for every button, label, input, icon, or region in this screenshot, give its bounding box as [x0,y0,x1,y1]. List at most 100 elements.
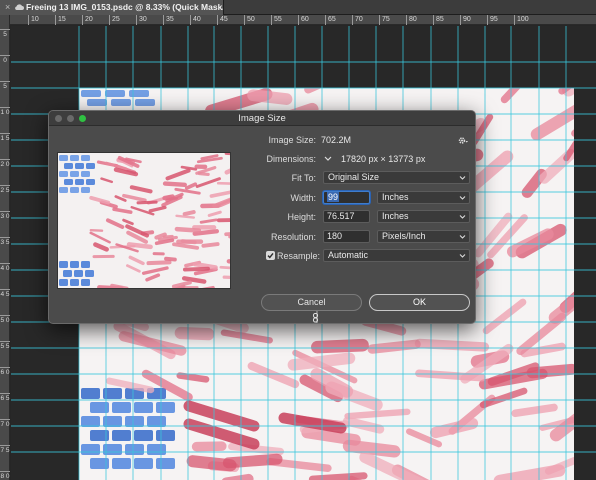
resolution-input[interactable]: 180 [323,230,370,243]
blue-tile [147,444,166,455]
pink-stroke [247,361,300,389]
ruler-tick: 2 5 [0,185,10,194]
blue-tile [87,99,107,106]
ok-button[interactable]: OK [369,294,470,311]
width-label: Width: [290,193,316,203]
pink-stroke [219,265,230,270]
ruler-tick: 3 5 [0,237,10,246]
chevron-down-icon [459,235,466,239]
height-input[interactable]: 76.517 [323,210,370,223]
blue-tile [59,155,68,161]
image-preview[interactable] [57,152,231,289]
preview-image [59,153,230,288]
ruler-tick: 6 5 [0,393,10,402]
pink-stroke [301,426,361,446]
blue-tile [135,99,155,106]
blue-tile [156,458,175,469]
width-unit-select[interactable]: Inches [377,191,470,204]
ruler-tick: 4 5 [0,289,10,298]
ruler-tick: 5 0 [0,315,10,324]
resample-checkbox[interactable] [266,251,275,260]
blue-tile [129,90,149,97]
pink-stroke [122,218,134,226]
dimensions-label: Dimensions: [266,154,316,164]
resample-select[interactable]: Automatic [323,249,470,262]
pink-stroke [93,242,109,252]
vertical-ruler[interactable]: 5 0 5 1 0 1 5 2 0 2 5 3 0 3 5 4 0 4 5 5 0 5 5 6 0 6 5 7… [0,15,10,480]
dialog-titlebar[interactable]: Image Size [49,111,475,126]
red-stroke [278,412,347,434]
pink-stroke [181,276,207,284]
ruler-tick: 5 [0,81,10,90]
pink-stroke [308,472,368,480]
pink-stroke [89,228,104,232]
blue-tile [134,458,153,469]
document-tab[interactable]: × Freeing 13 IMG_0153.psdc @ 8.33% (Quic… [0,0,224,15]
document-tab-bar: × Freeing 13 IMG_0153.psdc @ 8.33% (Quic… [0,0,596,15]
dimensions-value: 17820 px × 13773 px [341,154,426,164]
pink-stroke [195,177,221,189]
pink-stroke [148,205,167,213]
pink-stroke [175,214,195,219]
resolution-unit-select[interactable]: Pixels/Inch [377,230,470,243]
pink-stroke [162,181,187,187]
pink-stroke [165,168,191,181]
blue-tile [112,402,131,413]
chevron-down-icon [459,196,466,200]
height-unit-value: Inches [382,211,409,221]
pink-stroke [530,104,574,141]
blue-tile [103,416,122,427]
chevron-down-icon[interactable] [323,154,333,163]
width-input[interactable]: 99 [323,191,370,204]
blue-tile [112,458,131,469]
height-unit-select[interactable]: Inches [377,210,470,223]
blue-tile [103,388,122,399]
pink-stroke [482,298,527,335]
image-size-dialog: Image Size Image Size: 702.2M Dimensions… [48,110,476,324]
pink-stroke [182,210,196,217]
resample-label[interactable]: Resample: [277,251,320,261]
ruler-tick: 95 [487,15,498,25]
ruler-tick: 0 [0,55,10,64]
ruler-tick: 5 5 [0,341,10,350]
resolution-value: 180 [327,231,343,241]
fit-to-select[interactable]: Original Size [323,171,470,184]
ruler-tick: 7 5 [0,445,10,454]
ruler-tick: 5 [0,29,10,38]
resample-value: Automatic [328,250,369,260]
ruler-tick: 75 [379,15,390,25]
close-tab-icon[interactable]: × [5,0,10,15]
pink-stroke [344,408,411,420]
blue-tile [70,187,79,193]
chevron-down-icon [459,254,466,258]
pink-stroke [105,218,125,229]
pink-stroke [128,255,145,266]
pink-stroke [118,331,187,356]
pink-stroke [226,259,230,264]
blue-tile [70,155,79,161]
cancel-button[interactable]: Cancel [261,294,362,311]
horizontal-ruler[interactable]: 10 15 20 25 30 35 40 45 50 55 60 65 70 75 80 85 90 95 100 [10,15,596,25]
ruler-tick: 40 [190,15,201,25]
pink-stroke [304,88,322,94]
blue-tile [81,444,100,455]
pink-stroke [311,338,369,354]
ruler-tick: 70 [352,15,363,25]
ruler-tick: 3 0 [0,211,10,220]
pink-stroke [172,242,200,250]
blue-tile [63,270,72,277]
blue-tile [70,171,79,177]
pink-stroke [146,260,172,266]
blue-tile [81,388,100,399]
ruler-tick: 2 0 [0,159,10,168]
fit-to-value: Original Size [328,172,380,182]
pink-stroke [126,242,153,250]
pink-stroke [199,218,218,224]
ruler-tick: 4 0 [0,263,10,272]
pink-stroke [287,352,356,371]
pink-stroke [171,280,192,288]
blue-tile [125,444,144,455]
pink-stroke [526,363,574,379]
blue-tile [90,402,109,413]
gear-icon[interactable] [458,136,468,145]
